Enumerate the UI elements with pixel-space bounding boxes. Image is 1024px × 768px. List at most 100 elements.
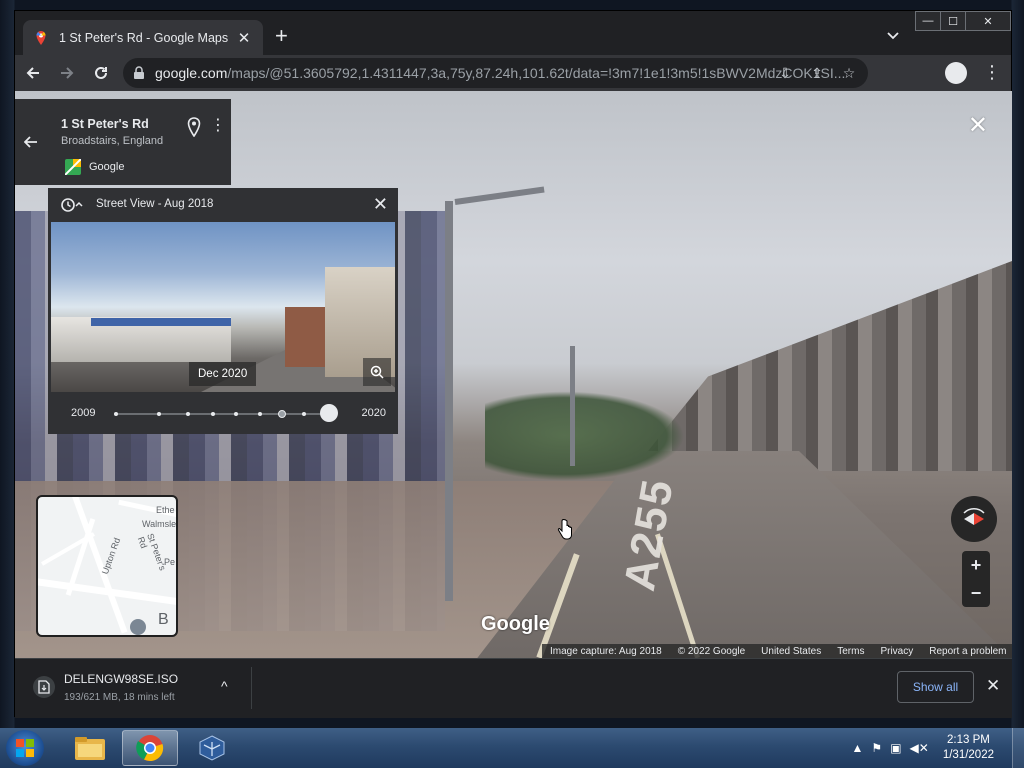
close-window-button[interactable]: ✕ (965, 11, 1011, 31)
back-to-map-button[interactable] (15, 99, 47, 185)
tab-search-chevron-icon[interactable] (885, 27, 901, 43)
volume-muted-icon[interactable]: ◀✕ (910, 741, 929, 755)
time-slider-handle[interactable] (320, 404, 338, 422)
taskbar-virtualbox[interactable] (184, 730, 240, 766)
history-clock-icon[interactable] (60, 197, 84, 213)
taskbar-file-explorer[interactable] (62, 730, 118, 766)
close-time-travel-icon[interactable]: ✕ (373, 194, 388, 215)
time-travel-header: Street View - Aug 2018 (96, 198, 214, 210)
maps-favicon-icon (33, 30, 49, 46)
slider-year-end: 2020 (361, 407, 386, 419)
country-link[interactable]: United States (761, 646, 821, 657)
map-label: Pe (164, 557, 176, 567)
show-hidden-icons[interactable]: ▲ (852, 741, 864, 755)
download-file-icon[interactable] (33, 676, 55, 698)
download-options-chevron-icon[interactable]: ^ (221, 678, 228, 694)
time-travel-preview-image[interactable]: Dec 2020 (51, 222, 395, 392)
network-icon[interactable]: ▣ (890, 741, 901, 755)
clock[interactable]: 2:13 PM 1/31/2022 (943, 733, 994, 763)
share-icon[interactable]: ⇪ (808, 64, 826, 82)
system-tray: ▲ ⚑ ▣ ◀✕ 2:13 PM 1/31/2022 (852, 728, 1024, 768)
time-slider-track[interactable] (114, 410, 330, 418)
forward-arrow-icon (61, 67, 74, 79)
profile-avatar-icon[interactable] (945, 62, 967, 84)
zoom-controls: + − (962, 551, 990, 607)
google-maps-logo-icon (65, 159, 81, 175)
install-app-icon[interactable]: ⇩ (776, 64, 794, 82)
show-desktop-button[interactable] (1012, 728, 1024, 768)
slider-year-start: 2009 (71, 407, 96, 419)
virtualbox-icon (199, 735, 225, 761)
browser-menu-icon[interactable]: ⋮ (983, 63, 1001, 81)
maximize-button[interactable]: ☐ (940, 11, 966, 31)
zoom-in-preview-icon[interactable] (363, 358, 391, 386)
place-title: 1 St Peter's Rd (61, 117, 149, 131)
bookmark-star-icon[interactable]: ☆ (840, 64, 858, 82)
action-center-flag-icon[interactable]: ⚑ (871, 741, 882, 755)
slider-tick[interactable] (114, 412, 118, 416)
address-bar[interactable]: google.com/maps/@51.3605792,1.4311447,3a… (123, 58, 868, 88)
hand-cursor-icon (557, 519, 572, 540)
back-button[interactable] (17, 57, 49, 89)
slider-tick[interactable] (211, 412, 215, 416)
time-travel-panel: Street View - Aug 2018 ✕ Dec 2020 2009 2… (48, 188, 398, 434)
report-problem-link[interactable]: Report a problem (929, 646, 1006, 657)
forward-button[interactable] (51, 57, 83, 89)
terms-link[interactable]: Terms (837, 646, 864, 657)
reload-icon (95, 66, 107, 79)
zoom-out-button[interactable]: − (962, 579, 990, 607)
minimize-button[interactable]: — (915, 11, 941, 31)
more-options-icon[interactable]: ⋮ (210, 115, 226, 135)
download-filename[interactable]: DELENGW98SE.ISO (64, 672, 178, 686)
slider-tick[interactable] (234, 412, 238, 416)
start-button[interactable] (6, 730, 44, 766)
mail-poi-icon[interactable] (130, 619, 146, 635)
download-status: 193/621 MB, 18 mins left (64, 692, 175, 703)
window-controls: — ☐ ✕ (915, 11, 1011, 33)
slider-tick[interactable] (258, 412, 262, 416)
map-label: Ethe (156, 505, 175, 515)
tab-title: 1 St Peter's Rd - Google Maps (59, 30, 229, 45)
place-card: 1 St Peter's Rd Broadstairs, England Goo… (15, 99, 231, 185)
place-subtitle: Broadstairs, England (61, 135, 164, 147)
google-watermark: Google (481, 613, 550, 635)
copyright-text: © 2022 Google (677, 645, 746, 657)
clock-time: 2:13 PM (947, 734, 990, 746)
windows-logo-icon (16, 739, 34, 757)
show-all-downloads-button[interactable]: Show all (897, 671, 974, 703)
slider-tick[interactable] (302, 412, 306, 416)
time-slider: 2009 2020 (48, 394, 398, 434)
attribution-bar: Image capture: Aug 2018 © 2022 Google Un… (542, 644, 1012, 658)
browser-toolbar: google.com/maps/@51.3605792,1.4311447,3a… (15, 55, 1011, 91)
clock-date: 1/31/2022 (942, 749, 994, 761)
lock-icon (134, 66, 144, 79)
new-tab-button[interactable]: + (275, 25, 288, 47)
tab-close-icon[interactable]: ✕ (235, 29, 253, 47)
url-text[interactable]: google.com/maps/@51.3605792,1.4311447,3a… (155, 65, 868, 81)
street-view-canvas[interactable]: A255 1 St Peter's Rd Broadstairs, Englan… (15, 91, 1012, 658)
preview-date-label: Dec 2020 (189, 362, 257, 386)
map-label: Walmsle (142, 519, 177, 529)
download-bar: DELENGW98SE.ISO 193/621 MB, 18 mins left… (15, 658, 1012, 718)
map-pin-icon[interactable] (187, 117, 201, 137)
chrome-icon (136, 735, 164, 762)
tab-google-maps[interactable]: 1 St Peter's Rd - Google Maps ✕ (23, 20, 263, 55)
back-arrow-icon (24, 136, 37, 148)
tab-strip: 1 St Peter's Rd - Google Maps ✕ + — ☐ ✕ (15, 11, 1011, 55)
compass-button[interactable] (951, 496, 997, 542)
provider-label: Google (89, 161, 125, 173)
back-arrow-icon (26, 67, 39, 79)
slider-tick-current[interactable] (278, 410, 286, 418)
compass-icon (963, 508, 985, 525)
privacy-link[interactable]: Privacy (880, 646, 913, 657)
slider-tick[interactable] (157, 412, 161, 416)
taskbar-chrome[interactable] (122, 730, 178, 766)
close-download-bar-icon[interactable]: ✕ (986, 676, 1000, 696)
slider-tick[interactable] (186, 412, 190, 416)
mini-map[interactable]: Ethe Walmsle Upton Rd St Peter's Rd Pe B… (36, 495, 178, 637)
windows-taskbar: ▲ ⚑ ▣ ◀✕ 2:13 PM 1/31/2022 (0, 728, 1024, 768)
zoom-in-button[interactable]: + (962, 551, 990, 579)
close-street-view-icon[interactable]: ✕ (968, 111, 988, 140)
reload-button[interactable] (85, 57, 117, 89)
folder-icon (75, 737, 105, 760)
